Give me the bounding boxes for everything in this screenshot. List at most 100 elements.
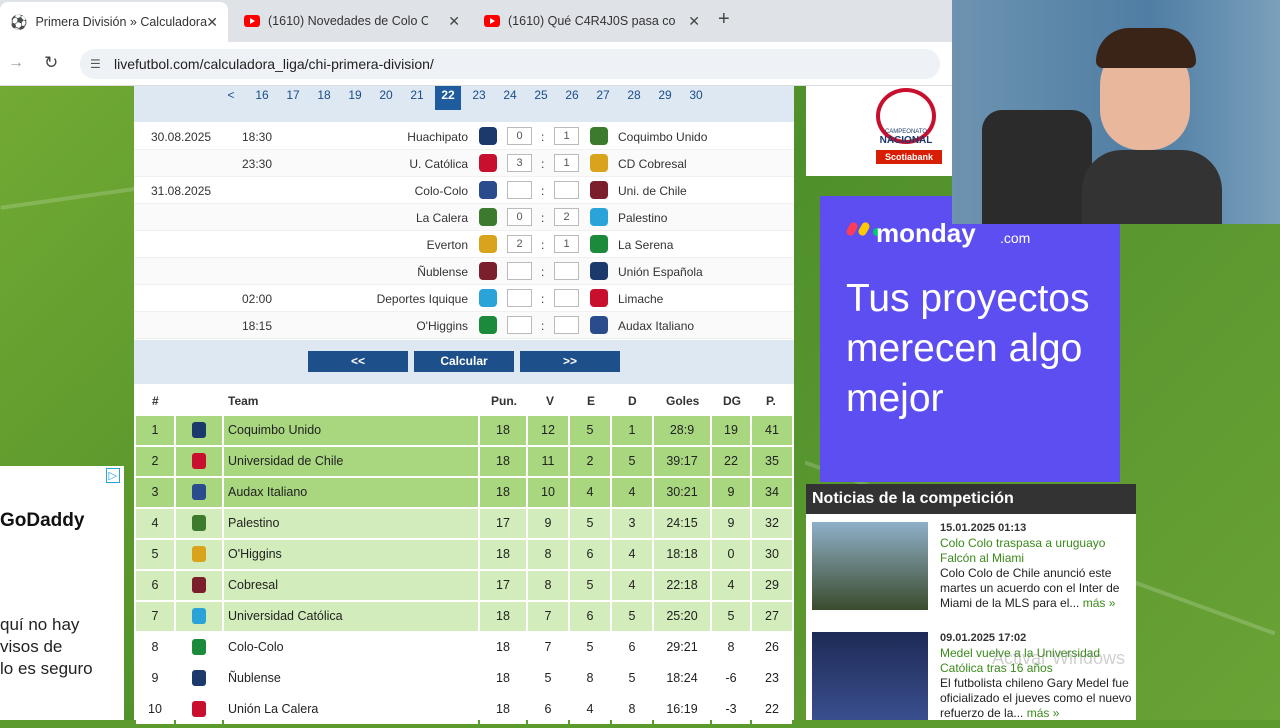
round-26-button[interactable]: 26 bbox=[559, 86, 585, 110]
cell-p: 27 bbox=[752, 602, 792, 631]
home-score-input[interactable] bbox=[507, 181, 532, 199]
next-round-button[interactable]: >> bbox=[520, 351, 620, 372]
cell-goals: 22:18 bbox=[654, 571, 710, 600]
home-score-input[interactable]: 0 bbox=[507, 127, 532, 145]
round-25-button[interactable]: 25 bbox=[528, 86, 554, 110]
round-28-button[interactable]: 28 bbox=[621, 86, 647, 110]
away-score-input[interactable] bbox=[554, 289, 579, 307]
soccer-icon: ⚽ bbox=[10, 13, 28, 30]
cell-l: 5 bbox=[612, 602, 652, 631]
round-30-button[interactable]: 30 bbox=[683, 86, 709, 110]
news-headline[interactable]: Colo Colo traspasa a uruguayo Falcón al … bbox=[940, 536, 1130, 566]
previous-round-button[interactable]: << bbox=[308, 351, 408, 372]
home-team: Colo-Colo bbox=[414, 184, 468, 198]
round-20-button[interactable]: 20 bbox=[373, 86, 399, 110]
close-tab-icon[interactable]: ✕ bbox=[688, 13, 700, 30]
away-crest-icon bbox=[590, 262, 608, 280]
close-tab-icon[interactable]: ✕ bbox=[206, 14, 218, 31]
match-row: 31.08.2025 Colo-Colo: Uni. de Chile bbox=[134, 177, 794, 204]
match-date: 30.08.2025 bbox=[151, 130, 212, 144]
team-crest-icon bbox=[176, 509, 222, 538]
home-score-input[interactable]: 3 bbox=[507, 154, 532, 172]
table-row[interactable]: 6 Cobresal 17 8 5 4 22:18 4 29 bbox=[134, 571, 794, 602]
table-row[interactable]: 5 O'Higgins 18 8 6 4 18:18 0 30 bbox=[134, 540, 794, 571]
home-team: Deportes Iquique bbox=[376, 292, 468, 306]
more-link[interactable]: más » bbox=[1083, 596, 1116, 610]
tab-primera-division[interactable]: ⚽ Primera División » Calculadora ✕ bbox=[0, 2, 228, 42]
round-27-button[interactable]: 27 bbox=[590, 86, 616, 110]
round-21-button[interactable]: 21 bbox=[404, 86, 430, 110]
monday-ad[interactable]: monday .com Tus proyectos merecen algo m… bbox=[820, 196, 1120, 482]
site-info-icon[interactable]: ☰ bbox=[90, 49, 101, 79]
round-prev-button[interactable]: < bbox=[218, 86, 244, 110]
home-score-input[interactable]: 0 bbox=[507, 208, 532, 226]
away-team: Uni. de Chile bbox=[618, 184, 687, 198]
tab-novedades[interactable]: (1610) Novedades de Colo Colo ✕ bbox=[234, 6, 470, 36]
news-item[interactable]: 15.01.2025 01:13 Colo Colo traspasa a ur… bbox=[812, 522, 1132, 612]
table-row[interactable]: 10 Unión La Calera 18 6 4 8 16:19 -3 22 bbox=[134, 695, 794, 726]
away-score-input[interactable]: 1 bbox=[554, 154, 579, 172]
round-18-button[interactable]: 18 bbox=[311, 86, 337, 110]
cell-goals: 18:24 bbox=[654, 664, 710, 693]
round-23-button[interactable]: 23 bbox=[466, 86, 492, 110]
close-tab-icon[interactable]: ✕ bbox=[448, 13, 460, 30]
away-team: Audax Italiano bbox=[618, 319, 695, 333]
away-score-input[interactable]: 1 bbox=[554, 235, 579, 253]
forward-icon[interactable]: → bbox=[8, 54, 24, 72]
away-score-input[interactable] bbox=[554, 262, 579, 280]
table-row[interactable]: 8 Colo-Colo 18 7 5 6 29:21 8 26 bbox=[134, 633, 794, 664]
away-crest-icon bbox=[590, 127, 608, 145]
away-crest-icon bbox=[590, 316, 608, 334]
away-score-input[interactable]: 1 bbox=[554, 127, 579, 145]
news-item[interactable]: 09.01.2025 17:02 Medel vuelve a la Unive… bbox=[812, 632, 1132, 722]
more-link[interactable]: más » bbox=[1027, 706, 1060, 720]
round-22-button[interactable]: 22 bbox=[435, 86, 461, 110]
home-team: Huachipato bbox=[407, 130, 468, 144]
home-score-input[interactable] bbox=[507, 316, 532, 334]
table-row[interactable]: 9 Ñublense 18 5 8 5 18:24 -6 23 bbox=[134, 664, 794, 695]
table-row[interactable]: 4 Palestino 17 9 5 3 24:15 9 32 bbox=[134, 509, 794, 540]
cell-w: 8 bbox=[528, 571, 568, 600]
cell-pj: 18 bbox=[480, 633, 526, 662]
cell-goals: 28:9 bbox=[654, 416, 710, 445]
home-crest-icon bbox=[479, 235, 497, 253]
home-team: Everton bbox=[426, 238, 468, 252]
cell-p: 26 bbox=[752, 633, 792, 662]
table-row[interactable]: 1 Coquimbo Unido 18 12 5 1 28:9 19 41 bbox=[134, 416, 794, 447]
score-separator: : bbox=[541, 211, 545, 225]
address-bar: → ↻ ☰ livefutbol.com/calculadora_liga/ch… bbox=[0, 42, 952, 86]
url-field[interactable]: ☰ livefutbol.com/calculadora_liga/chi-pr… bbox=[80, 49, 940, 79]
tab-title: Primera División » Calculadora bbox=[35, 15, 208, 29]
cell-l: 4 bbox=[612, 540, 652, 569]
round-17-button[interactable]: 17 bbox=[280, 86, 306, 110]
round-16-button[interactable]: 16 bbox=[249, 86, 275, 110]
table-row[interactable]: 7 Universidad Católica 18 7 6 5 25:20 5 27 bbox=[134, 602, 794, 633]
cell-team: Universidad Católica bbox=[224, 602, 478, 631]
cell-team: Coquimbo Unido bbox=[224, 416, 478, 445]
cell-goals: 18:18 bbox=[654, 540, 710, 569]
round-29-button[interactable]: 29 bbox=[652, 86, 678, 110]
new-tab-button[interactable]: + bbox=[718, 8, 730, 31]
cell-pj: 18 bbox=[480, 478, 526, 507]
youtube-icon bbox=[244, 15, 260, 27]
away-score-input[interactable] bbox=[554, 316, 579, 334]
home-score-input[interactable] bbox=[507, 289, 532, 307]
table-row[interactable]: 2 Universidad de Chile 18 11 2 5 39:17 22 35 bbox=[134, 447, 794, 478]
tab-que-pasa[interactable]: (1610) Qué C4R4J0S pasa con F ✕ bbox=[474, 6, 710, 36]
round-24-button[interactable]: 24 bbox=[497, 86, 523, 110]
adchoices-icon[interactable]: ▷ bbox=[105, 468, 120, 483]
calculate-button[interactable]: Calcular bbox=[414, 351, 514, 372]
match-time: 02:00 bbox=[242, 292, 273, 306]
away-score-input[interactable] bbox=[554, 181, 579, 199]
reload-icon[interactable]: ↻ bbox=[44, 53, 58, 73]
home-score-input[interactable]: 2 bbox=[507, 235, 532, 253]
cell-p: 23 bbox=[752, 664, 792, 693]
table-row[interactable]: 3 Audax Italiano 18 10 4 4 30:21 9 34 bbox=[134, 478, 794, 509]
cell-team: Universidad de Chile bbox=[224, 447, 478, 476]
home-score-input[interactable] bbox=[507, 262, 532, 280]
round-19-button[interactable]: 19 bbox=[342, 86, 368, 110]
away-score-input[interactable]: 2 bbox=[554, 208, 579, 226]
team-crest-icon bbox=[176, 416, 222, 445]
godaddy-ad[interactable]: ▷ GoDaddy quí no hay visos de lo es segu… bbox=[0, 466, 124, 720]
cell-l: 6 bbox=[612, 633, 652, 662]
